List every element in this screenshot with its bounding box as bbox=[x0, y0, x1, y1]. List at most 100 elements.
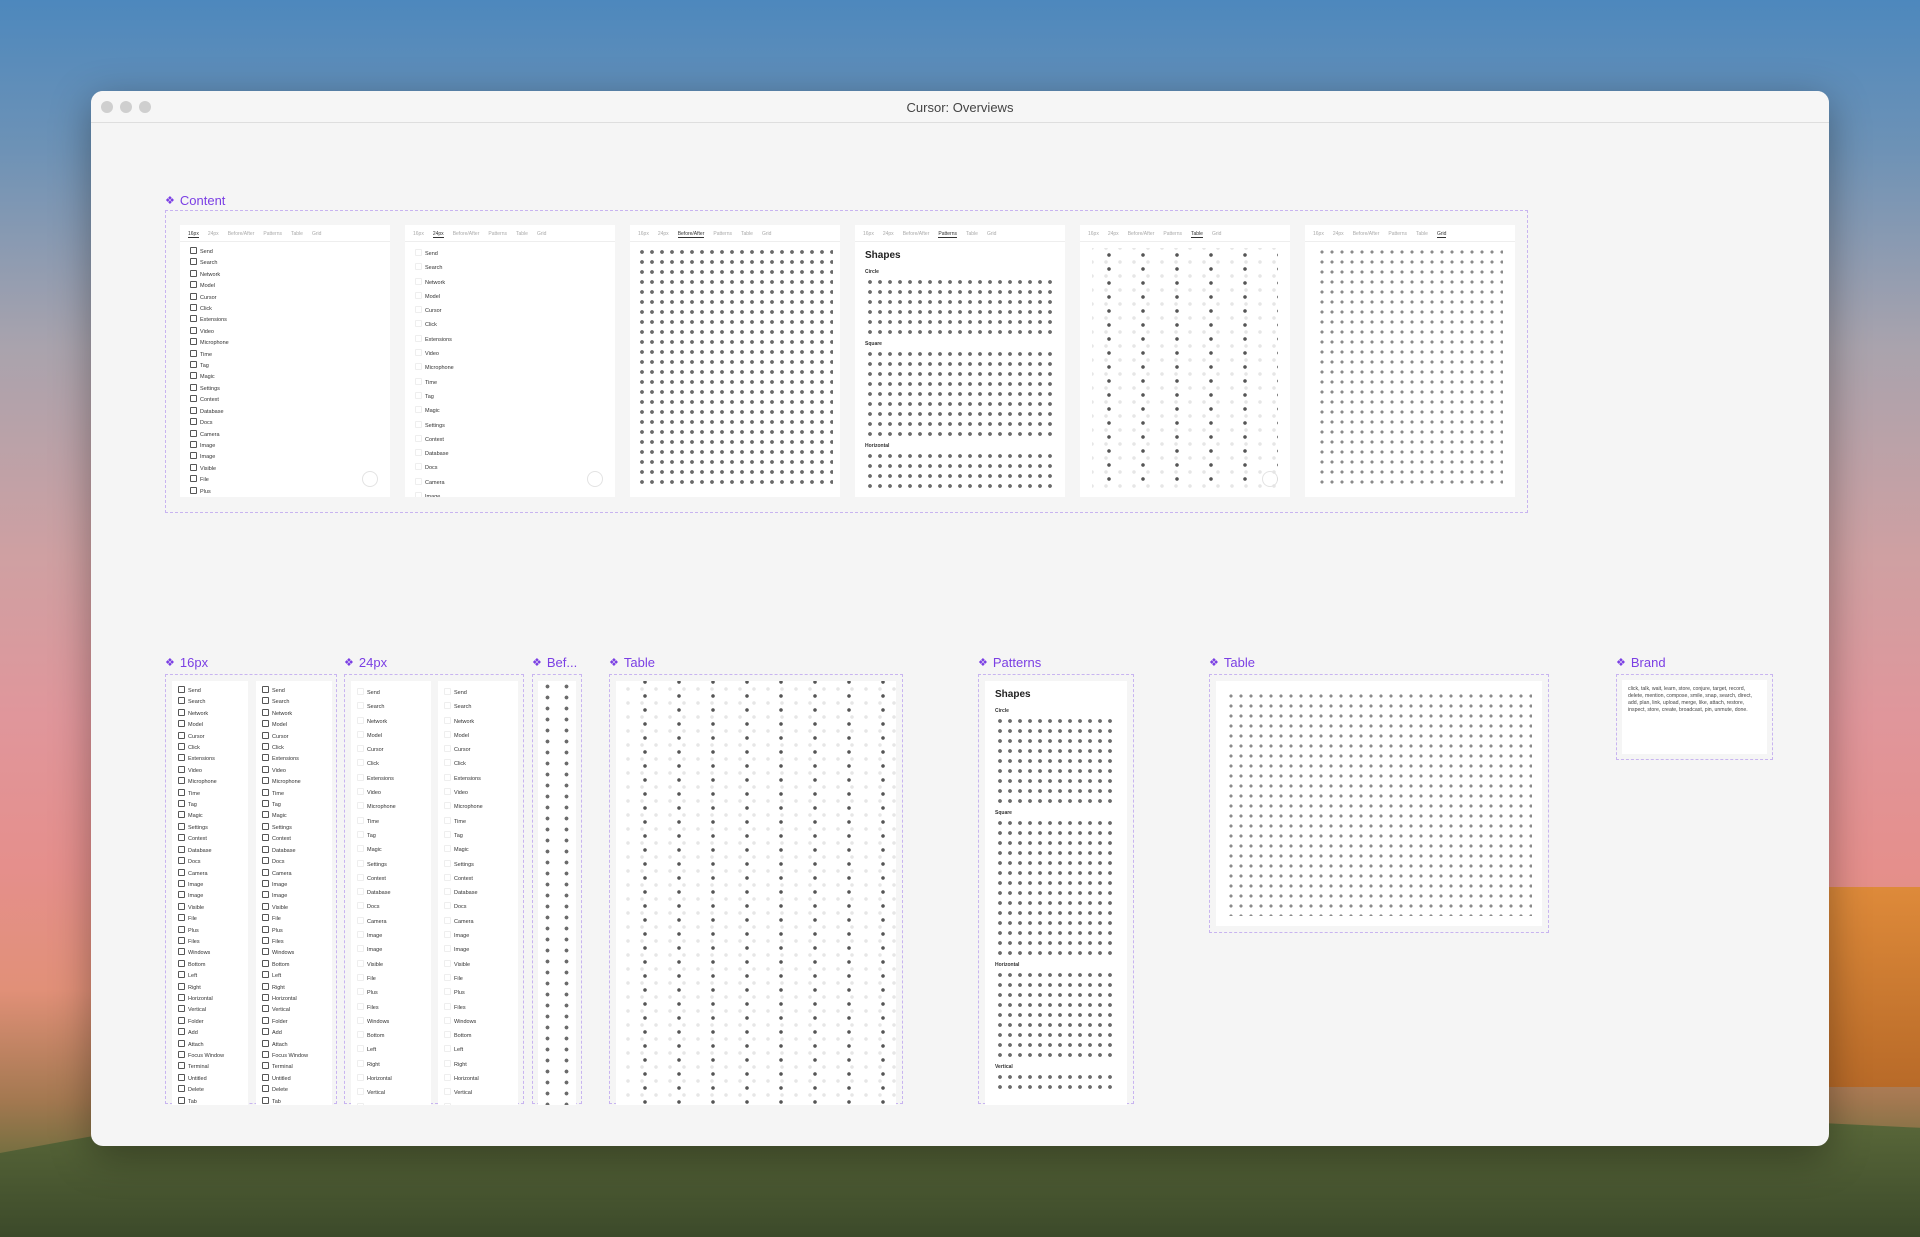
tab-3[interactable]: Patterns bbox=[713, 231, 732, 238]
list-item: Time bbox=[190, 350, 380, 361]
tab-1[interactable]: 24px bbox=[432, 231, 444, 238]
list-item: Image bbox=[444, 943, 512, 957]
tab-1[interactable]: 24px bbox=[883, 231, 894, 238]
tab-2[interactable]: Before/After bbox=[903, 231, 930, 238]
tab-1[interactable]: 24px bbox=[658, 231, 669, 238]
component-icon: ❖ bbox=[609, 657, 619, 669]
list-item: Click bbox=[357, 757, 425, 771]
tab-4[interactable]: Table bbox=[1191, 231, 1203, 238]
tab-0[interactable]: 16px bbox=[863, 231, 874, 238]
list-item: Send bbox=[357, 686, 425, 700]
list-item: Left bbox=[357, 1043, 425, 1057]
frame-label-before[interactable]: ❖ Bef... bbox=[532, 655, 577, 670]
list-item: Visible bbox=[262, 903, 326, 914]
list-item: Image bbox=[357, 943, 425, 957]
tab-3[interactable]: Patterns bbox=[1163, 231, 1182, 238]
list-item: Camera bbox=[415, 476, 605, 490]
tab-4[interactable]: Table bbox=[516, 231, 528, 238]
tab-5[interactable]: Grid bbox=[1212, 231, 1221, 238]
list-item: Tag bbox=[262, 800, 326, 811]
tab-row: 16px 24px Before/After Patterns Table Grid bbox=[1305, 225, 1515, 242]
icon-list: Send Search Network Model Cursor Click Extensi… bbox=[438, 681, 518, 1105]
card-patterns[interactable]: 16px 24px Before/After Patterns Table Grid Sh… bbox=[855, 225, 1065, 497]
tab-4[interactable]: Table bbox=[1416, 231, 1428, 238]
list-item: Send bbox=[444, 686, 512, 700]
frame-label-text: 16px bbox=[179, 655, 209, 670]
tab-5[interactable]: Grid bbox=[312, 231, 321, 238]
frame-label-table[interactable]: ❖ Table bbox=[609, 655, 655, 670]
tab-2[interactable]: Before/After bbox=[1128, 231, 1155, 238]
tab-2[interactable]: Before/After bbox=[677, 231, 705, 238]
list-item: Untitled bbox=[262, 1074, 326, 1085]
tab-2[interactable]: Before/After bbox=[1353, 231, 1380, 238]
frame-16px[interactable]: Send Search Network Model Cursor Click Extensi… bbox=[165, 674, 337, 1105]
tab-5[interactable]: Grid bbox=[762, 231, 771, 238]
frame-label-table-2[interactable]: ❖ Table bbox=[1209, 655, 1255, 670]
list-item: Network bbox=[444, 715, 512, 729]
frame-24px[interactable]: Send Search Network Model Cursor Click Extensi… bbox=[344, 674, 524, 1105]
frame-brand[interactable]: click, talk, wait, learn, store, conjure… bbox=[1616, 674, 1773, 760]
tab-0[interactable]: 16px bbox=[413, 231, 424, 238]
tab-5[interactable]: Grid bbox=[1436, 231, 1447, 238]
list-item: Network bbox=[178, 709, 242, 720]
list-item: Windows bbox=[444, 1015, 512, 1029]
tab-4[interactable]: Table bbox=[741, 231, 753, 238]
window-title: Cursor: Overviews bbox=[906, 100, 1014, 115]
list-item: Extensions bbox=[357, 772, 425, 786]
frame-label-24px[interactable]: ❖ 24px bbox=[344, 655, 387, 670]
tab-0[interactable]: 16px bbox=[1088, 231, 1099, 238]
frame-label-content[interactable]: ❖ Content bbox=[165, 193, 225, 208]
before-after-grid bbox=[538, 681, 576, 1105]
tab-0[interactable]: 16px bbox=[638, 231, 649, 238]
frame-label-brand[interactable]: ❖ Brand bbox=[1616, 655, 1666, 670]
card-16px[interactable]: 16px 24px Before/After Patterns Table Grid Se… bbox=[180, 225, 390, 497]
tab-5[interactable]: Grid bbox=[537, 231, 546, 238]
frame-before-after[interactable] bbox=[532, 674, 582, 1105]
content-frame[interactable]: 16px 24px Before/After Patterns Table Grid Se… bbox=[165, 210, 1528, 513]
tab-0[interactable]: 16px bbox=[188, 231, 199, 238]
shapes-title: Shapes bbox=[995, 689, 1031, 700]
tab-3[interactable]: Patterns bbox=[1388, 231, 1407, 238]
card-grid[interactable]: 16px 24px Before/After Patterns Table Grid bbox=[1305, 225, 1515, 497]
design-canvas[interactable]: ❖ Content 16px 24px Before/After Patterns Tab… bbox=[91, 124, 1829, 1146]
tab-3[interactable]: Patterns bbox=[938, 231, 957, 238]
component-icon: ❖ bbox=[532, 657, 542, 669]
tab-2[interactable]: Before/After bbox=[228, 231, 255, 238]
list-item: Model bbox=[444, 729, 512, 743]
list-item: Send bbox=[178, 686, 242, 697]
tab-0[interactable]: 16px bbox=[1313, 231, 1324, 238]
tab-row: 16px 24px Before/After Patterns Table Grid bbox=[630, 225, 840, 242]
table-grid bbox=[616, 681, 896, 1105]
brand-text: click, talk, wait, learn, store, conjure… bbox=[1628, 686, 1752, 713]
component-icon: ❖ bbox=[1209, 657, 1219, 669]
list-item: Cursor bbox=[357, 743, 425, 757]
frame-label-text: Content bbox=[179, 193, 226, 208]
card-before-after[interactable]: 16px 24px Before/After Patterns Table Grid bbox=[630, 225, 840, 497]
list-item: Image bbox=[190, 441, 380, 452]
frame-label-patterns[interactable]: ❖ Patterns bbox=[978, 655, 1041, 670]
tab-4[interactable]: Table bbox=[291, 231, 303, 238]
frame-table[interactable] bbox=[609, 674, 903, 1105]
frame-patterns[interactable]: Shapes Circle Square Horizontal Vertical bbox=[978, 674, 1134, 1105]
tab-1[interactable]: 24px bbox=[1108, 231, 1119, 238]
list-item: Extensions bbox=[444, 772, 512, 786]
frame-label-16px[interactable]: ❖ 16px bbox=[165, 655, 208, 670]
list-item: Image bbox=[262, 880, 326, 891]
tab-1[interactable]: 24px bbox=[208, 231, 219, 238]
list-item: Visible bbox=[357, 958, 425, 972]
card-table[interactable]: 16px 24px Before/After Patterns Table Grid bbox=[1080, 225, 1290, 497]
list-item: Bottom bbox=[444, 1029, 512, 1043]
tab-3[interactable]: Patterns bbox=[488, 231, 507, 238]
card-24px[interactable]: 16px 24px Before/After Patterns Table Grid Se… bbox=[405, 225, 615, 497]
square-label: Square bbox=[865, 341, 882, 347]
list-item: Video bbox=[178, 766, 242, 777]
tab-4[interactable]: Table bbox=[966, 231, 978, 238]
icon-list: Send Search Network Model Cursor Click Extensi… bbox=[256, 681, 332, 1105]
tab-3[interactable]: Patterns bbox=[263, 231, 282, 238]
tab-2[interactable]: Before/After bbox=[453, 231, 480, 238]
circle-label: Circle bbox=[995, 708, 1009, 714]
list-item: Search bbox=[444, 700, 512, 714]
frame-table-2[interactable] bbox=[1209, 674, 1549, 933]
tab-5[interactable]: Grid bbox=[987, 231, 996, 238]
tab-1[interactable]: 24px bbox=[1333, 231, 1344, 238]
